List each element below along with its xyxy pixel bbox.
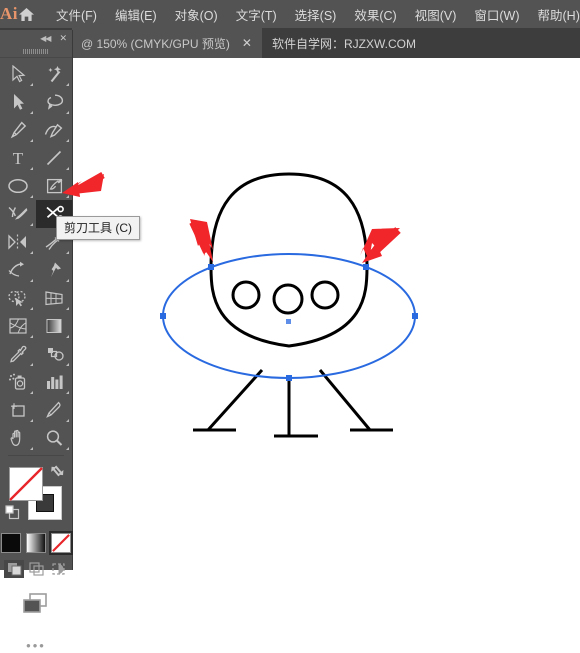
menu-window[interactable]: 窗口(W) — [465, 2, 528, 27]
tool-rotate-reflect[interactable] — [0, 228, 36, 256]
menu-view[interactable]: 视图(V) — [406, 2, 466, 27]
color-swatch-button[interactable] — [1, 533, 21, 553]
fill-stroke-swatches — [0, 461, 72, 531]
drawing-modes — [0, 560, 72, 578]
close-panel-icon[interactable]: ✕ — [59, 33, 67, 44]
fill-swatch[interactable] — [9, 467, 43, 501]
tool-list: T — [0, 58, 72, 452]
tool-panel-divider — [8, 455, 64, 456]
panel-drag-handle[interactable] — [0, 46, 72, 58]
tab-watermark-label: 软件自学网：RJZXW.COM — [272, 35, 416, 52]
tool-panel-more-icon[interactable]: ••• — [0, 638, 72, 653]
swap-fill-stroke-icon[interactable] — [50, 464, 65, 483]
tool-blend[interactable] — [36, 340, 72, 368]
tool-panel-header: ◀◀ ✕ — [0, 30, 72, 46]
tab-active-document[interactable]: @ 150% (CMYK/GPU 预览) ✕ — [72, 28, 262, 58]
menu-bar: Ai 文件(F) 编辑(E) 对象(O) 文字(T) 选择(S) 效果(C) 视… — [0, 0, 580, 28]
tool-type[interactable]: T — [0, 144, 36, 172]
none-slash-icon — [9, 467, 43, 501]
tool-paintbrush[interactable] — [36, 172, 72, 200]
draw-normal-mode-icon[interactable] — [4, 560, 24, 578]
tool-gradient[interactable] — [36, 312, 72, 340]
draw-inside-mode-icon[interactable] — [48, 560, 68, 578]
tool-curvature[interactable] — [36, 116, 72, 144]
tool-magic-wand[interactable] — [36, 60, 72, 88]
draw-behind-mode-icon[interactable] — [26, 560, 46, 578]
tab-active-label: @ 150% (CMYK/GPU 预览) — [81, 35, 230, 52]
screen-mode-icon[interactable] — [0, 590, 72, 616]
menu-effect[interactable]: 效果(C) — [345, 2, 405, 27]
canvas-area[interactable] — [73, 58, 580, 598]
menu-select[interactable]: 选择(S) — [286, 2, 346, 27]
tool-perspective-grid[interactable] — [36, 284, 72, 312]
tool-lasso[interactable] — [36, 88, 72, 116]
svg-text:T: T — [13, 149, 24, 167]
tool-bar-chart[interactable] — [36, 368, 72, 396]
ufo-windows — [233, 282, 338, 313]
tool-hand[interactable] — [0, 424, 36, 452]
none-swatch-button[interactable] — [51, 533, 71, 553]
tool-zoom[interactable] — [36, 424, 72, 452]
tool-slice[interactable] — [36, 396, 72, 424]
ufo-legs — [193, 370, 393, 436]
tool-selection[interactable] — [0, 60, 36, 88]
tool-symbol-sprayer[interactable] — [0, 368, 36, 396]
tab-watermark[interactable]: 软件自学网：RJZXW.COM — [262, 28, 426, 58]
tool-ellipse[interactable] — [0, 172, 36, 200]
app-logo: Ai — [0, 0, 18, 28]
tool-tooltip: 剪刀工具 (C) — [56, 216, 140, 240]
selection-anchor-points — [160, 264, 418, 381]
document-tab-bar: @ 150% (CMYK/GPU 预览) ✕ 软件自学网：RJZXW.COM — [0, 28, 580, 58]
tool-line-segment[interactable] — [36, 144, 72, 172]
tool-pen[interactable] — [0, 116, 36, 144]
home-icon[interactable] — [18, 0, 35, 28]
default-fill-stroke-icon[interactable] — [5, 505, 20, 525]
ufo-drawing — [73, 58, 580, 598]
menu-type[interactable]: 文字(T) — [227, 2, 286, 27]
menu-help[interactable]: 帮助(H) — [529, 2, 580, 27]
tool-mesh[interactable] — [0, 312, 36, 340]
menu-edit[interactable]: 编辑(E) — [106, 2, 166, 27]
ufo-saucer-ellipse — [163, 254, 415, 378]
tool-direct-selection[interactable] — [0, 88, 36, 116]
menu-file[interactable]: 文件(F) — [47, 2, 106, 27]
collapse-panel-icon[interactable]: ◀◀ — [40, 34, 50, 43]
illustrator-window: Ai 文件(F) 编辑(E) 对象(O) 文字(T) 选择(S) 效果(C) 视… — [0, 0, 580, 598]
color-mode-swatches — [0, 533, 72, 553]
menu-object[interactable]: 对象(O) — [166, 2, 227, 27]
tool-panel: ◀◀ ✕ — [0, 30, 73, 570]
menu-items: 文件(F) 编辑(E) 对象(O) 文字(T) 选择(S) 效果(C) 视图(V… — [47, 2, 580, 27]
tool-shaper[interactable] — [0, 200, 36, 228]
close-icon[interactable]: ✕ — [242, 37, 252, 49]
tool-shape-builder[interactable] — [0, 284, 36, 312]
tool-puppet-warp[interactable] — [36, 256, 72, 284]
tool-eyedropper[interactable] — [0, 340, 36, 368]
gradient-swatch-button[interactable] — [26, 533, 46, 553]
tool-artboard[interactable] — [0, 396, 36, 424]
tool-free-transform[interactable] — [0, 256, 36, 284]
